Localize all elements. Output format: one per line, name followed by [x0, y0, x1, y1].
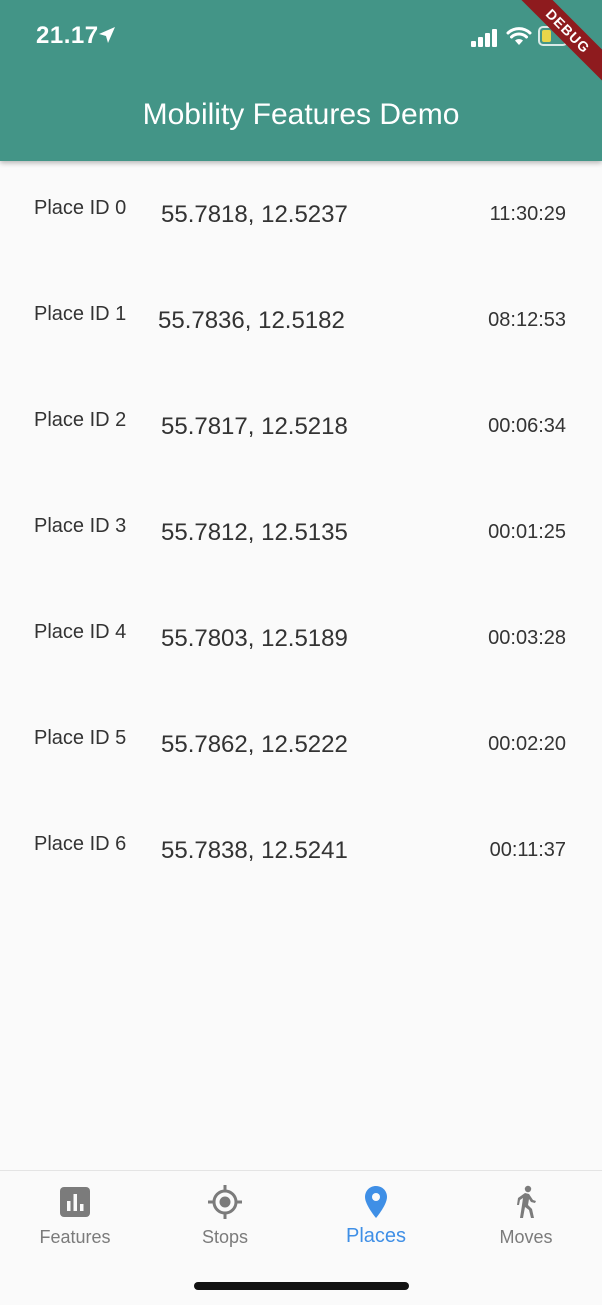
- list-item: Place ID 5 55.7862, 12.5222 00:02:20: [0, 691, 602, 797]
- bar-chart-icon: [60, 1187, 90, 1217]
- page-title: Mobility Features Demo: [142, 98, 460, 131]
- tab-stops-label: Stops: [201, 1227, 249, 1247]
- list-item: Place ID 6 55.7838, 12.5241 00:11:37: [0, 797, 602, 903]
- gps-target-icon: [208, 1185, 242, 1219]
- place-coordinates: 55.7862, 12.5222: [161, 731, 348, 758]
- home-indicator[interactable]: [194, 1282, 409, 1290]
- place-duration: 00:01:25: [488, 521, 566, 543]
- place-id-label: Place ID 2: [34, 409, 127, 431]
- tab-moves-label: Moves: [499, 1227, 553, 1247]
- place-duration: 11:30:29: [489, 203, 566, 225]
- place-duration: 00:11:37: [489, 839, 566, 861]
- place-id-label: Place ID 5: [34, 727, 127, 749]
- tab-moves[interactable]: Moves: [451, 1171, 601, 1261]
- walking-person-icon: [517, 1185, 536, 1218]
- debug-banner-label: DEBUG: [512, 0, 602, 89]
- places-list: Place ID 0 55.7818, 12.5237 11:30:29 Pla…: [0, 161, 602, 903]
- debug-banner: DEBUG: [512, 0, 602, 90]
- place-coordinates: 55.7803, 12.5189: [161, 625, 348, 652]
- list-item: Place ID 2 55.7817, 12.5218 00:06:34: [0, 373, 602, 479]
- list-item: Place ID 0 55.7818, 12.5237 11:30:29: [0, 161, 602, 267]
- list-item: Place ID 3 55.7812, 12.5135 00:01:25: [0, 479, 602, 585]
- place-duration: 00:06:34: [488, 415, 566, 437]
- place-coordinates: 55.7812, 12.5135: [161, 519, 348, 546]
- tab-stops[interactable]: Stops: [150, 1171, 300, 1261]
- tab-features-label: Features: [39, 1227, 111, 1247]
- place-duration: 08:12:53: [488, 309, 566, 331]
- map-pin-icon: [365, 1186, 387, 1218]
- place-coordinates: 55.7838, 12.5241: [161, 837, 348, 864]
- place-id-label: Place ID 0: [34, 197, 127, 219]
- tab-places[interactable]: Places: [301, 1171, 451, 1261]
- place-coordinates: 55.7836, 12.5182: [158, 307, 345, 334]
- list-item: Place ID 1 55.7836, 12.5182 08:12:53: [0, 267, 602, 373]
- tab-places-label: Places: [345, 1225, 407, 1247]
- place-coordinates: 55.7817, 12.5218: [161, 413, 348, 440]
- list-item: Place ID 4 55.7803, 12.5189 00:03:28: [0, 585, 602, 691]
- place-duration: 00:02:20: [488, 733, 566, 755]
- place-coordinates: 55.7818, 12.5237: [161, 201, 348, 228]
- place-id-label: Place ID 4: [34, 621, 127, 643]
- tab-features[interactable]: Features: [0, 1171, 150, 1261]
- place-id-label: Place ID 1: [34, 303, 127, 325]
- place-id-label: Place ID 3: [34, 515, 127, 537]
- place-duration: 00:03:28: [488, 627, 566, 649]
- place-id-label: Place ID 6: [34, 833, 127, 855]
- location-arrow-icon: [99, 27, 115, 43]
- signal-icon: [471, 29, 497, 47]
- status-time: 21.17: [36, 22, 99, 49]
